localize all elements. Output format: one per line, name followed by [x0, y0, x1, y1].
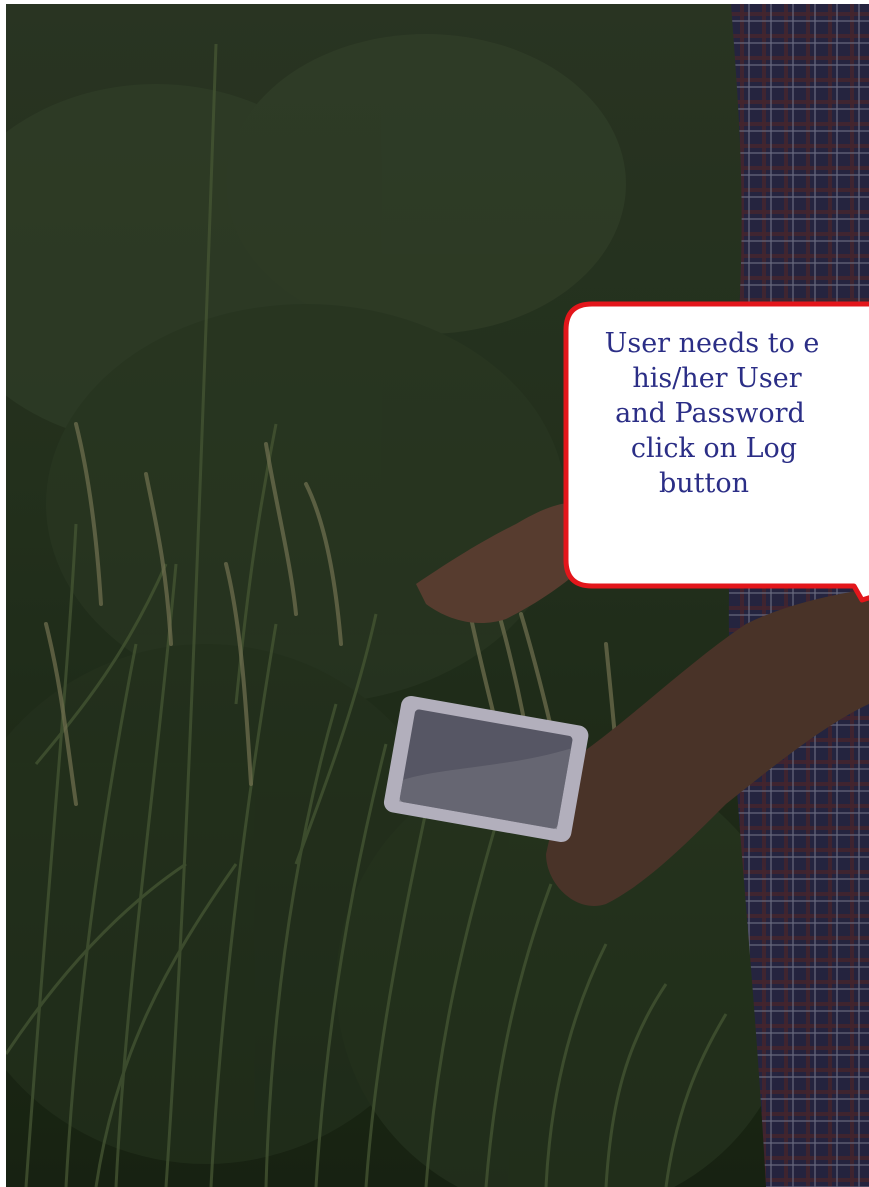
callout-line-3: and Password [615, 398, 805, 429]
screen-frame: User needs to e his/her User and Passwor… [6, 4, 869, 1187]
callout-line-5: button [658, 468, 750, 499]
callout-line-2: his/her User [632, 363, 802, 394]
callout-line-1: User needs to e [604, 328, 820, 359]
callout-text: User needs to e his/her User and Passwor… [572, 326, 869, 501]
callout-line-4: click on Log [630, 433, 798, 464]
